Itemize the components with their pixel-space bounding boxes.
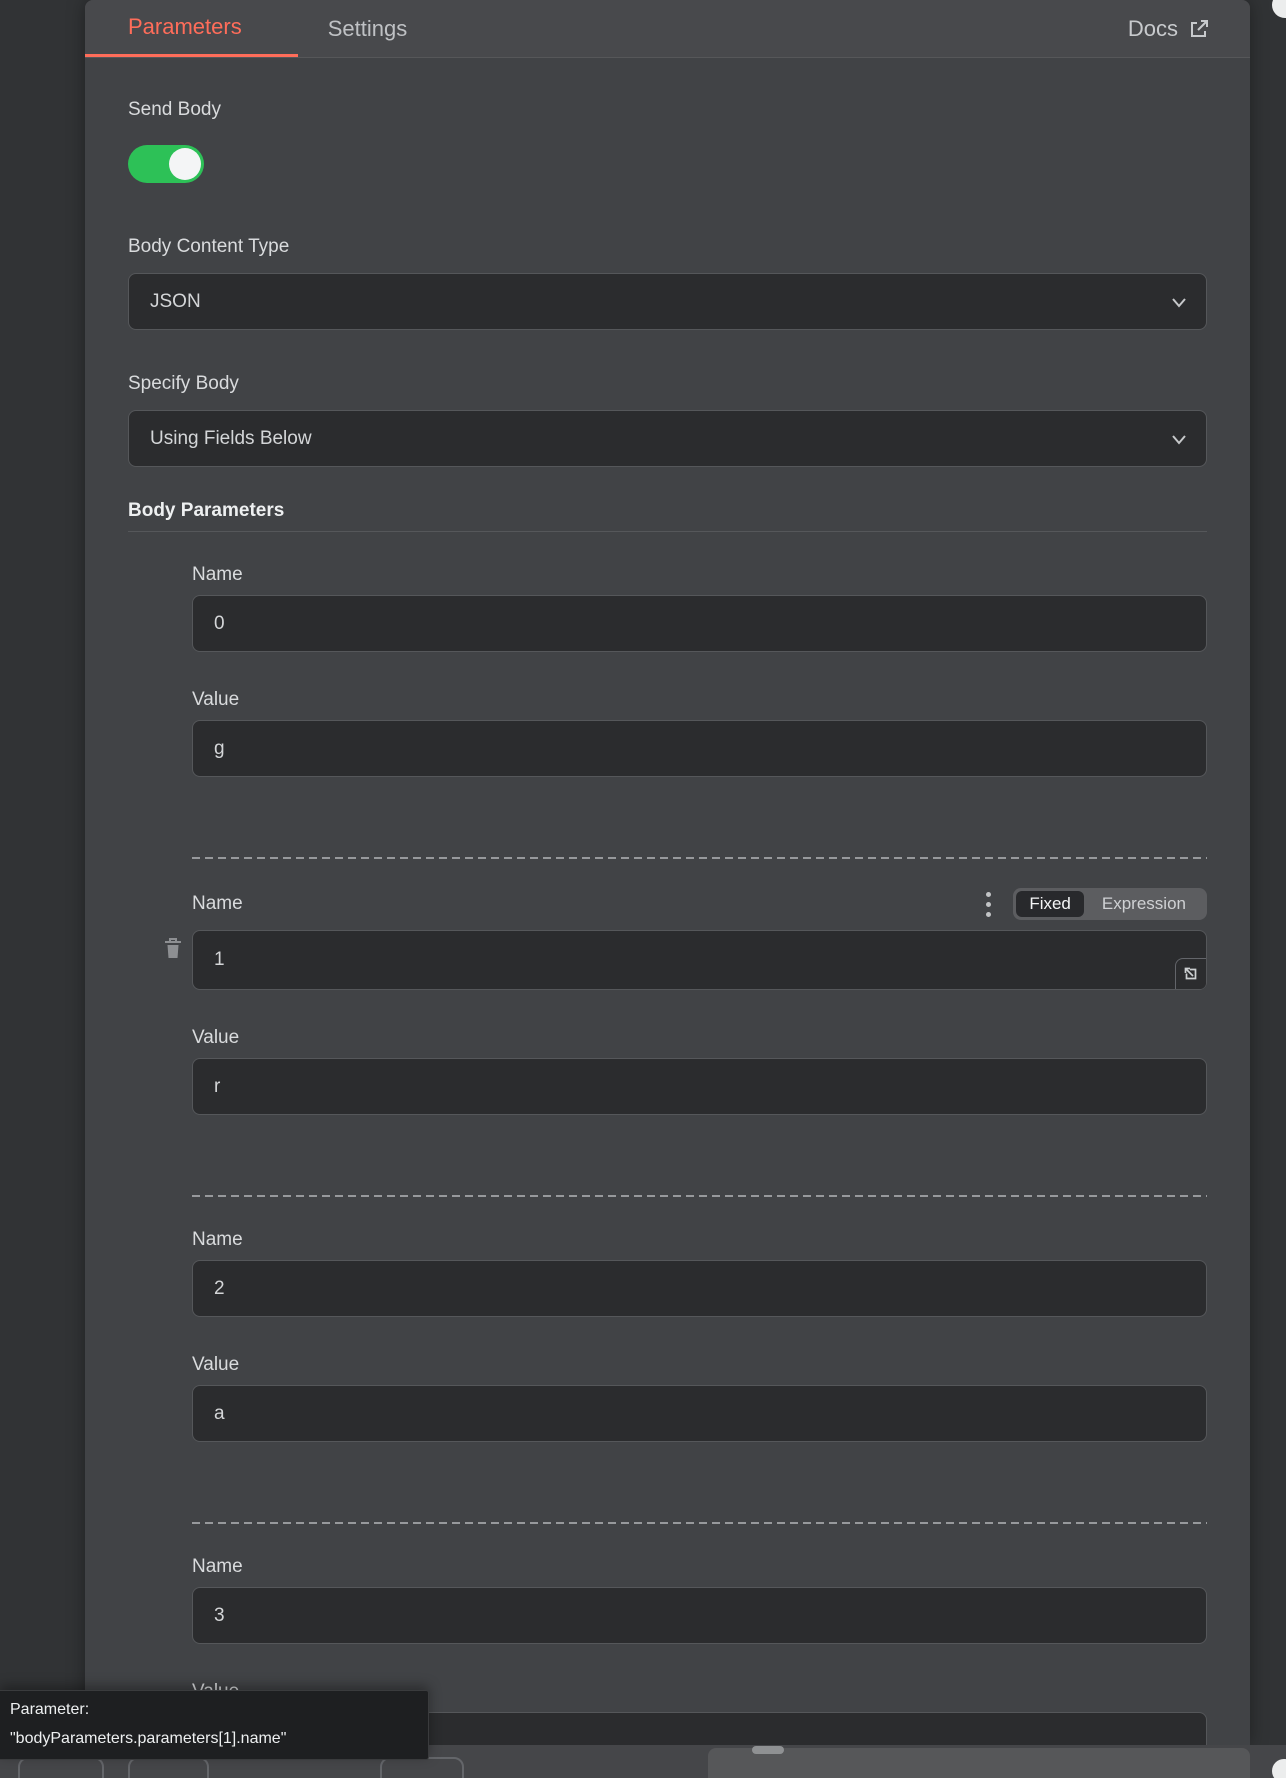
parameter-tooltip: Parameter: "bodyParameters.parameters[1]… bbox=[0, 1690, 429, 1760]
toggle-knob bbox=[169, 148, 201, 180]
fixed-mode-button[interactable]: Fixed bbox=[1016, 891, 1084, 917]
parameter-value-input[interactable] bbox=[192, 1385, 1207, 1442]
node-outline bbox=[128, 1757, 209, 1778]
parameter-name-input[interactable] bbox=[192, 1587, 1207, 1644]
row-divider bbox=[192, 857, 1207, 859]
docs-link[interactable]: Docs bbox=[1128, 0, 1250, 57]
tab-parameters[interactable]: Parameters bbox=[85, 0, 298, 57]
parameter-value-input[interactable] bbox=[192, 1058, 1207, 1115]
body-content-type-value: JSON bbox=[150, 290, 201, 312]
parameters-form: Send Body Body Content Type JSON Specify… bbox=[85, 98, 1250, 1745]
external-link-icon bbox=[1188, 18, 1210, 40]
tooltip-line1: Parameter: bbox=[10, 1701, 90, 1718]
section-divider bbox=[128, 531, 1207, 532]
tab-settings[interactable]: Settings bbox=[298, 0, 438, 57]
parameter-name-input[interactable] bbox=[192, 1260, 1207, 1317]
tab-parameters-label: Parameters bbox=[128, 14, 242, 39]
tab-bar: Parameters Settings Docs bbox=[85, 0, 1250, 58]
expression-mode-button[interactable]: Expression bbox=[1084, 891, 1204, 917]
parameter-row: Name Value bbox=[192, 563, 1207, 859]
node-details-panel: Parameters Settings Docs Send Body Body … bbox=[85, 0, 1250, 1745]
tooltip-line2: "bodyParameters.parameters[1].name" bbox=[10, 1730, 287, 1747]
specify-body-label: Specify Body bbox=[128, 373, 239, 394]
row-divider bbox=[192, 1195, 1207, 1197]
node-handle bbox=[752, 1746, 784, 1754]
connector-dot bbox=[1272, 0, 1286, 18]
value-label: Value bbox=[192, 1354, 240, 1375]
body-parameters-list: Name Value bbox=[128, 563, 1207, 1745]
parameter-value-input[interactable] bbox=[192, 720, 1207, 777]
name-label: Name bbox=[192, 893, 243, 914]
tab-settings-label: Settings bbox=[327, 15, 408, 41]
name-label: Name bbox=[192, 1229, 243, 1250]
value-label: Value bbox=[192, 689, 240, 710]
fixed-expression-toggle: Fixed Expression bbox=[1013, 888, 1207, 920]
docs-link-label: Docs bbox=[1127, 15, 1178, 41]
expand-editor-button[interactable] bbox=[1175, 958, 1206, 989]
node-outline bbox=[18, 1757, 104, 1778]
app-canvas: Parameters Settings Docs Send Body Body … bbox=[0, 0, 1286, 1778]
name-label: Name bbox=[192, 564, 243, 585]
send-body-toggle[interactable] bbox=[128, 145, 204, 183]
parameter-name-input[interactable] bbox=[192, 930, 1207, 990]
specify-body-value: Using Fields Below bbox=[150, 427, 312, 449]
specify-body-select[interactable]: Using Fields Below bbox=[128, 410, 1207, 467]
body-content-type-select[interactable]: JSON bbox=[128, 273, 1207, 330]
body-parameters-heading: Body Parameters bbox=[128, 500, 285, 521]
parameter-name-input[interactable] bbox=[192, 595, 1207, 652]
send-body-label: Send Body bbox=[128, 99, 221, 120]
value-label: Value bbox=[192, 1027, 240, 1048]
parameter-row: Name Fixed Expression 1 Value r bbox=[165, 886, 1207, 1197]
trash-icon[interactable] bbox=[163, 936, 183, 960]
workflow-node bbox=[708, 1748, 1250, 1778]
parameter-row: Name Value bbox=[192, 1228, 1207, 1524]
row-divider bbox=[192, 1522, 1207, 1524]
body-content-type-label: Body Content Type bbox=[128, 236, 290, 257]
node-outline bbox=[380, 1757, 464, 1778]
name-label: Name bbox=[192, 1556, 243, 1577]
options-dots-icon[interactable] bbox=[984, 890, 993, 919]
chevron-down-icon bbox=[1166, 289, 1192, 315]
chevron-down-icon bbox=[1166, 426, 1192, 452]
